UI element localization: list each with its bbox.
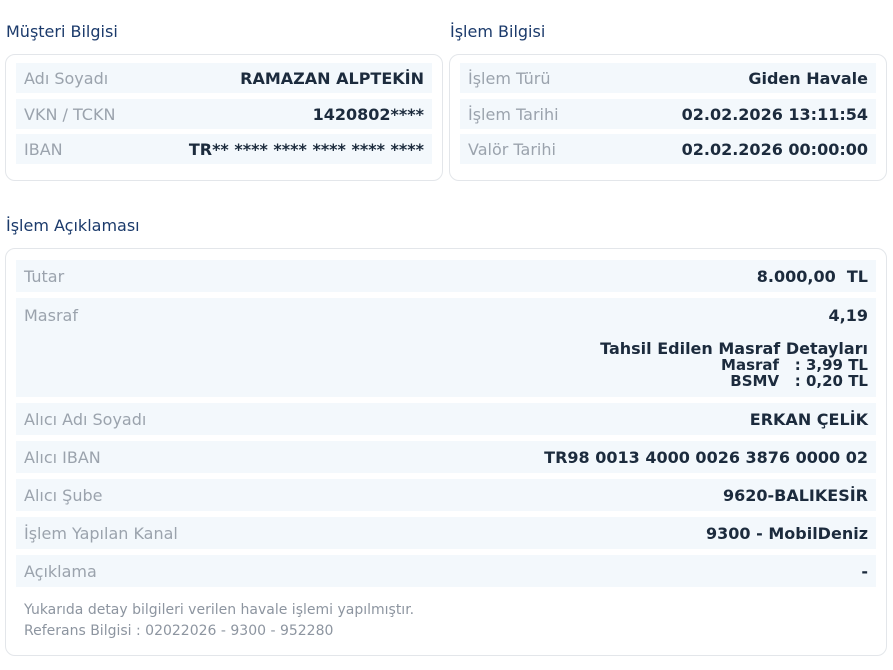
customer-iban-label: IBAN — [24, 139, 63, 159]
customer-row-iban: IBAN TR** **** **** **** **** **** — [16, 134, 432, 164]
customer-iban-value: TR** **** **** **** **** **** — [188, 139, 424, 159]
fee-label: Masraf — [24, 306, 78, 325]
channel-label: İşlem Yapılan Kanal — [24, 523, 178, 543]
reference-note: Referans Bilgisi : 02022026 - 9300 - 952… — [24, 623, 334, 639]
fee-detail-bsmv-key: BSMV — [730, 372, 780, 390]
fee-detail-line-bsmv: BSMV : 0,20 TL — [600, 373, 868, 389]
fee-detail-masraf-key: Masraf — [721, 356, 780, 374]
transaction-row-date: İşlem Tarihi 02.02.2026 13:11:54 — [460, 99, 876, 129]
customer-vkn-value: 1420802**** — [312, 104, 424, 124]
description-value: - — [861, 561, 868, 581]
fee-detail-line-masraf: Masraf : 3,99 TL — [600, 357, 868, 373]
recipient-branch-value: 9620-BALIKESİR — [722, 485, 868, 505]
recipient-name-label: Alıcı Adı Soyadı — [24, 409, 147, 429]
amount-value: 8.000,00 TL — [756, 266, 868, 286]
transaction-type-label: İşlem Türü — [468, 68, 551, 88]
transaction-date-value: 02.02.2026 13:11:54 — [681, 104, 868, 124]
customer-row-vkn: VKN / TCKN 1420802**** — [16, 99, 432, 129]
recipient-name-row: Alıcı Adı Soyadı ERKAN ÇELİK — [16, 403, 876, 435]
transfer-note: Yukarıda detay bilgileri verilen havale … — [24, 602, 415, 618]
description-label: Açıklama — [24, 561, 97, 581]
customer-name-value: RAMAZAN ALPTEKİN — [240, 68, 424, 88]
recipient-iban-row: Alıcı IBAN TR98 0013 4000 0026 3876 0000… — [16, 441, 876, 473]
fee-detail-title: Tahsil Edilen Masraf Detayları — [600, 339, 868, 358]
fee-detail-masraf-value: : 3,99 TL — [794, 356, 868, 374]
amount-row: Tutar 8.000,00 TL — [16, 260, 876, 292]
recipient-branch-row: Alıcı Şube 9620-BALIKESİR — [16, 479, 876, 511]
details-section-title: İşlem Açıklaması — [6, 216, 140, 235]
customer-name-label: Adı Soyadı — [24, 68, 109, 88]
value-date-value: 02.02.2026 00:00:00 — [681, 139, 868, 159]
recipient-branch-label: Alıcı Şube — [24, 485, 103, 505]
transaction-row-type: İşlem Türü Giden Havale — [460, 63, 876, 93]
transaction-row-value-date: Valör Tarihi 02.02.2026 00:00:00 — [460, 134, 876, 164]
details-card: Tutar 8.000,00 TL Masraf 4,19 Tahsil Edi… — [5, 248, 887, 656]
amount-label: Tutar — [24, 266, 65, 286]
customer-section-title: Müşteri Bilgisi — [6, 22, 118, 41]
transaction-type-value: Giden Havale — [748, 68, 868, 88]
fee-detail-bsmv-value: : 0,20 TL — [794, 372, 868, 390]
customer-vkn-label: VKN / TCKN — [24, 104, 116, 124]
customer-row-name: Adı Soyadı RAMAZAN ALPTEKİN — [16, 63, 432, 93]
transaction-section-title: İşlem Bilgisi — [450, 22, 546, 41]
fee-detail: Tahsil Edilen Masraf Detayları Masraf : … — [600, 340, 868, 389]
transaction-card: İşlem Türü Giden Havale İşlem Tarihi 02.… — [449, 54, 887, 181]
recipient-iban-value: TR98 0013 4000 0026 3876 0000 02 — [544, 447, 868, 467]
channel-row: İşlem Yapılan Kanal 9300 - MobilDeniz — [16, 517, 876, 549]
customer-card: Adı Soyadı RAMAZAN ALPTEKİN VKN / TCKN 1… — [5, 54, 443, 181]
recipient-iban-label: Alıcı IBAN — [24, 447, 101, 467]
transaction-date-label: İşlem Tarihi — [468, 104, 559, 124]
value-date-label: Valör Tarihi — [468, 139, 556, 159]
fee-value: 4,19 — [828, 306, 868, 325]
channel-value: 9300 - MobilDeniz — [706, 523, 868, 543]
fee-row: Masraf 4,19 Tahsil Edilen Masraf Detayla… — [16, 298, 876, 397]
description-row: Açıklama - — [16, 555, 876, 587]
recipient-name-value: ERKAN ÇELİK — [749, 409, 868, 429]
